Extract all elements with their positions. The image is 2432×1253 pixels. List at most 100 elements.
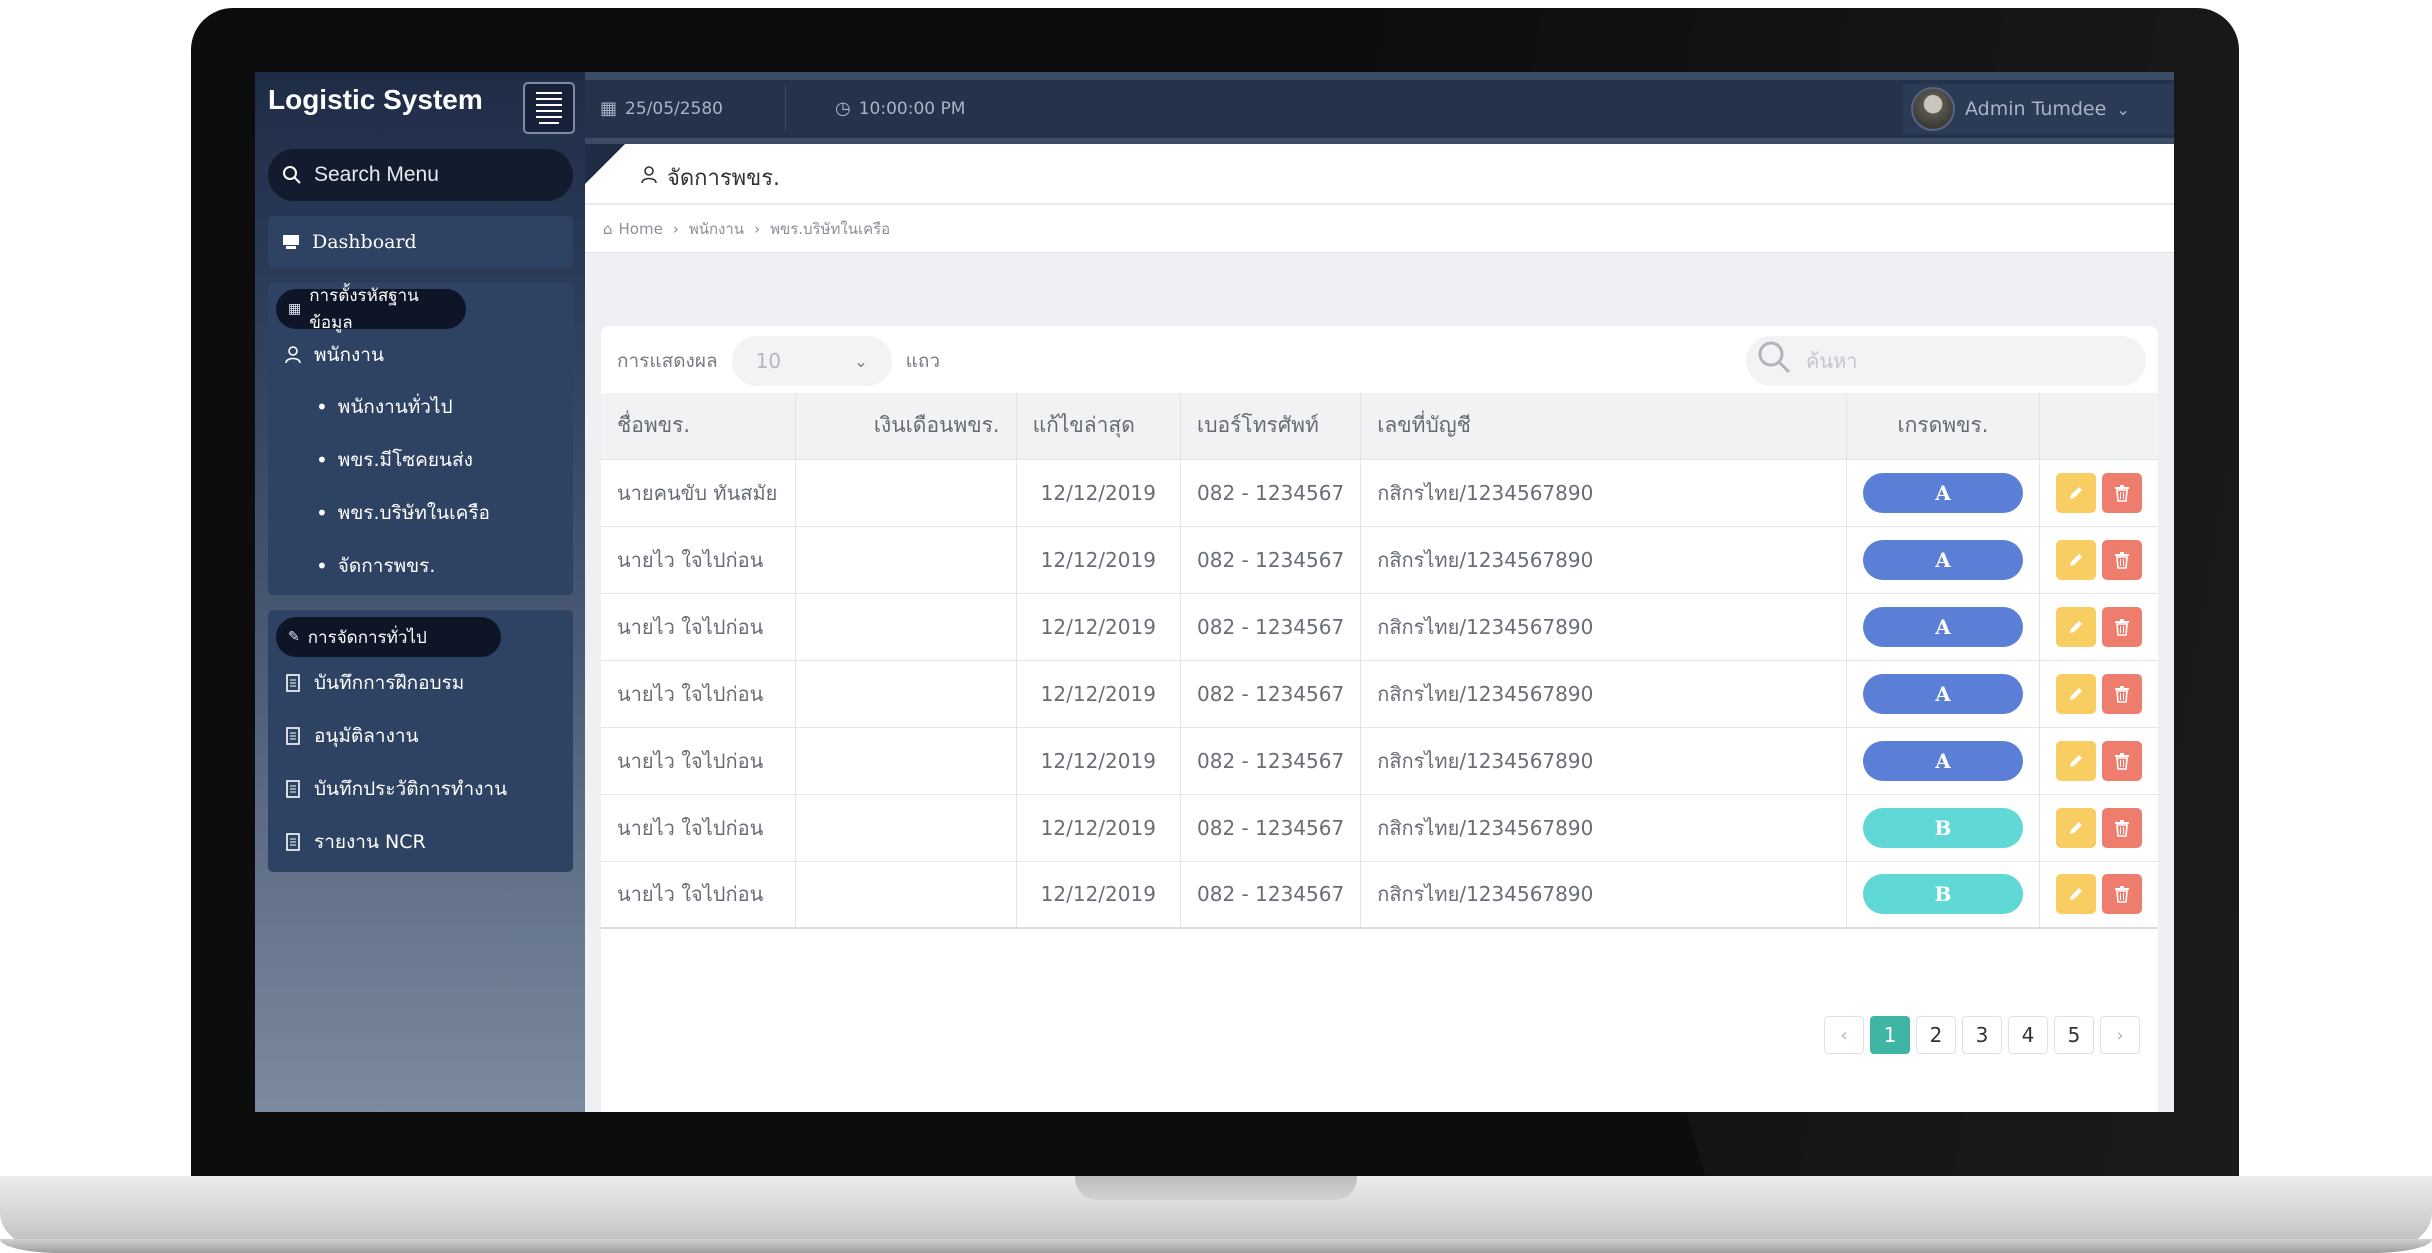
bullet-icon: • [316,395,328,419]
edit-button[interactable] [2055,673,2096,714]
laptop-notch [1075,1176,1357,1200]
breadcrumb-current: พขร.บริษัทในเครือ [770,219,891,238]
cell-account: กสิกรไทย/1234567890 [1360,860,1847,929]
top-bar: ▦ 25/05/2580 ◷ 10:00:00 PM Admin Tumdee … [585,72,2174,144]
col-header-phone[interactable]: เบอร์โทรศัพท์ [1180,393,1362,459]
edit-button[interactable] [2055,740,2096,781]
trash-icon [2114,618,2129,636]
cell-updated: 12/12/2019 [1016,860,1182,929]
page-button[interactable]: 5 [2054,1016,2094,1054]
sidebar-item-dashboard[interactable]: Dashboard [268,216,573,268]
sidebar-subitem-transport[interactable]: • พขร.มีโซคยนส่ง [316,445,473,475]
group-title-general: ✎ การจัดการทั่วไป [276,617,501,657]
sidebar-item-label: Dashboard [312,231,417,253]
grade-badge: A [1862,740,2023,781]
pencil-icon [2069,620,2082,633]
menu-toggle-button[interactable] [523,82,575,134]
trash-icon [2114,685,2129,703]
cell-salary [795,659,1017,727]
sidebar-subitem-affiliate[interactable]: • พขร.บริษัทในเครือ [316,498,490,528]
drivers-table: ชื่อพขร. เงินเดือนพขร. แก้ไขล่าสุด เบอร์… [601,393,2158,929]
cell-updated: 12/12/2019 [1016,726,1182,794]
page-button[interactable]: 2 [1916,1016,1956,1054]
drivers-card: การแสดงผล 10 ⌄ แถว ค้นหา ชื่อพขร. เงินเด… [601,326,2158,1112]
cell-account: กสิกรไทย/1234567890 [1360,592,1847,660]
sidebar-subitem-general[interactable]: • พนักงานทั่วไป [316,392,453,422]
cell-name: นายไว ใจไปก่อน [601,726,797,794]
cell-grade: B [1846,860,2040,929]
menu-group-database: ▦ การตั้งรหัสฐานข้อมูล พนักงาน • พนักงาน… [268,282,573,595]
group-title-database: ▦ การตั้งรหัสฐานข้อมูล [276,286,466,333]
search-icon [1756,339,1792,383]
delete-button[interactable] [2101,740,2142,781]
col-header-grade[interactable]: เกรดพขร. [1846,393,2040,459]
sidebar-item-label: บันทึกการฝึกอบรม [314,672,465,694]
pencil-icon: ✎ [288,629,300,645]
delete-button[interactable] [2101,472,2142,513]
edit-button[interactable] [2055,539,2096,580]
delete-button[interactable] [2101,807,2142,848]
bullet-icon: • [316,501,328,525]
col-header-updated[interactable]: แก้ไขล่าสุด [1016,393,1182,459]
home-icon: ⌂ [603,219,613,238]
table-search-input[interactable]: ค้นหา [1746,336,2146,386]
user-menu[interactable]: Admin Tumdee ⌄ [1903,84,2174,134]
delete-button[interactable] [2101,874,2142,915]
bullet-icon: • [316,554,328,578]
cell-account: กสิกรไทย/1234567890 [1360,659,1847,727]
cell-phone: 082 - 1234567 [1180,860,1362,929]
col-header-salary[interactable]: เงินเดือนพขร. [795,393,1017,459]
row-actions [2055,874,2142,915]
breadcrumb-home[interactable]: Home [619,220,663,238]
page-prev-button[interactable]: ‹ [1824,1016,1864,1054]
edit-button[interactable] [2055,606,2096,647]
breadcrumb-employees[interactable]: พนักงาน [689,217,744,241]
cell-actions [2039,659,2158,727]
edit-button[interactable] [2055,874,2096,915]
page-button[interactable]: 3 [1962,1016,2002,1054]
cell-grade: A [1846,726,2040,794]
page-button[interactable]: 1 [1870,1016,1910,1054]
sidebar-subitem-manage-drivers[interactable]: • จัดการพขร. [316,551,435,581]
sidebar-item-work-history[interactable]: บันทึกประวัติการทำงาน [282,774,507,804]
page-next-button[interactable]: › [2100,1016,2140,1054]
row-actions [2055,807,2142,848]
page-title-text: จัดการพขร. [667,166,781,191]
pencil-icon [2069,888,2082,901]
user-icon [641,166,657,189]
sidebar-item-leave-approval[interactable]: อนุมัติลางาน [282,721,419,751]
length-select[interactable]: 10 ⌄ [731,336,892,386]
chevron-right-icon: › [754,219,761,238]
sidebar-item-label: อนุมัติลางาน [314,725,419,747]
menu-group-general: ✎ การจัดการทั่วไป บันทึกการฝึกอบรม อนุมั… [268,610,573,872]
table-row: นายไว ใจไปก่อน 12/12/2019 082 - 1234567 กสิ… [601,659,2158,727]
sidebar-subitem-label: พขร.มีโซคยนส่ง [337,449,473,471]
cell-updated: 12/12/2019 [1016,659,1182,727]
delete-button[interactable] [2101,673,2142,714]
app-screen: Logistic System Search Menu Dashboard ▦ … [255,72,2174,1112]
calendar-icon: ▦ [600,98,618,119]
sidebar-item-training[interactable]: บันทึกการฝึกอบรม [282,668,464,698]
sidebar-item-employees[interactable]: พนักงาน [282,340,384,370]
edit-button[interactable] [2055,472,2096,513]
document-icon [282,727,304,745]
delete-button[interactable] [2101,539,2142,580]
col-header-name[interactable]: ชื่อพขร. [601,393,797,459]
search-placeholder: ค้นหา [1806,349,1858,373]
dashboard-icon [283,235,299,249]
sidebar-item-ncr-report[interactable]: รายงาน NCR [282,827,426,857]
delete-button[interactable] [2101,606,2142,647]
col-header-account[interactable]: เลขที่บัญชี [1360,393,1847,459]
cell-salary [795,525,1017,593]
trash-icon [2114,886,2129,904]
cell-salary [795,592,1017,660]
row-actions [2055,606,2142,647]
page-button[interactable]: 4 [2008,1016,2048,1054]
edit-button[interactable] [2055,807,2096,848]
pencil-icon [2069,553,2082,566]
cell-name: นายไว ใจไปก่อน [601,860,797,929]
cell-salary [795,726,1017,794]
cell-actions [2039,860,2158,929]
cell-actions [2039,458,2158,526]
search-menu-input[interactable]: Search Menu [268,149,573,201]
